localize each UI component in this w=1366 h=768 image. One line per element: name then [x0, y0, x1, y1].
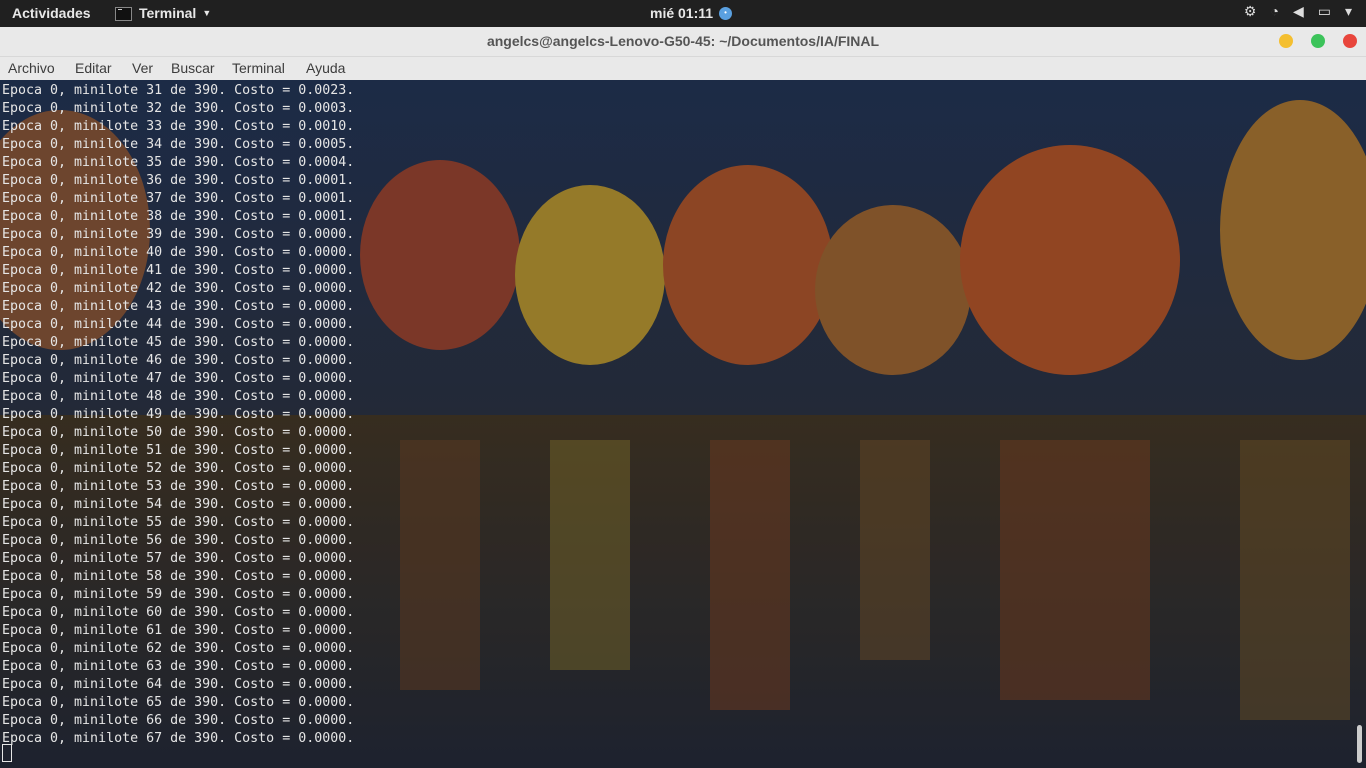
- terminal-line: Epoca 0, minilote 48 de 390. Costo = 0.0…: [2, 389, 355, 404]
- terminal-line: Epoca 0, minilote 43 de 390. Costo = 0.0…: [2, 299, 355, 314]
- menu-terminal[interactable]: Terminal: [232, 60, 285, 76]
- terminal-line: Epoca 0, minilote 47 de 390. Costo = 0.0…: [2, 371, 355, 386]
- terminal-output: Epoca 0, minilote 31 de 390. Costo = 0.0…: [2, 82, 354, 748]
- terminal-icon: [115, 7, 132, 21]
- terminal-scrollbar[interactable]: [1357, 725, 1362, 763]
- terminal-line: Epoca 0, minilote 34 de 390. Costo = 0.0…: [2, 137, 355, 152]
- terminal-line: Epoca 0, minilote 52 de 390. Costo = 0.0…: [2, 461, 355, 476]
- terminal-line: Epoca 0, minilote 64 de 390. Costo = 0.0…: [2, 677, 355, 692]
- menu-ver[interactable]: Ver: [132, 60, 153, 76]
- terminal-line: Epoca 0, minilote 50 de 390. Costo = 0.0…: [2, 425, 355, 440]
- terminal-line: Epoca 0, minilote 60 de 390. Costo = 0.0…: [2, 605, 355, 620]
- menu-bar: Archivo Editar Ver Buscar Terminal Ayuda: [0, 57, 1366, 80]
- menu-editar[interactable]: Editar: [75, 60, 112, 76]
- terminal-line: Epoca 0, minilote 40 de 390. Costo = 0.0…: [2, 245, 355, 260]
- terminal-line: Epoca 0, minilote 32 de 390. Costo = 0.0…: [2, 101, 355, 116]
- close-button[interactable]: [1343, 34, 1357, 48]
- maximize-button[interactable]: [1311, 34, 1325, 48]
- terminal-line: Epoca 0, minilote 58 de 390. Costo = 0.0…: [2, 569, 355, 584]
- terminal-line: Epoca 0, minilote 51 de 390. Costo = 0.0…: [2, 443, 355, 458]
- terminal-line: Epoca 0, minilote 41 de 390. Costo = 0.0…: [2, 263, 355, 278]
- terminal-line: Epoca 0, minilote 45 de 390. Costo = 0.0…: [2, 335, 355, 350]
- terminal-line: Epoca 0, minilote 42 de 390. Costo = 0.0…: [2, 281, 355, 296]
- terminal-line: Epoca 0, minilote 54 de 390. Costo = 0.0…: [2, 497, 355, 512]
- terminal-cursor: [2, 744, 12, 762]
- activities-button[interactable]: Actividades: [12, 5, 91, 21]
- terminal-line: Epoca 0, minilote 56 de 390. Costo = 0.0…: [2, 533, 355, 548]
- chevron-down-icon: ▼: [202, 8, 212, 18]
- menu-buscar[interactable]: Buscar: [171, 60, 215, 76]
- terminal-line: Epoca 0, minilote 31 de 390. Costo = 0.0…: [2, 83, 355, 98]
- terminal-line: Epoca 0, minilote 59 de 390. Costo = 0.0…: [2, 587, 355, 602]
- minimize-button[interactable]: [1279, 34, 1293, 48]
- window-titlebar[interactable]: angelcs@angelcs-Lenovo-G50-45: ~/Documen…: [0, 27, 1366, 57]
- notification-icon: •: [719, 7, 732, 20]
- terminal-line: Epoca 0, minilote 61 de 390. Costo = 0.0…: [2, 623, 355, 638]
- clock[interactable]: mié 01:11: [650, 5, 713, 21]
- terminal-view[interactable]: Epoca 0, minilote 31 de 390. Costo = 0.0…: [0, 80, 1366, 768]
- volume-icon[interactable]: ◀: [1293, 3, 1304, 20]
- power-menu-caret-icon[interactable]: ▾: [1345, 3, 1352, 20]
- terminal-line: Epoca 0, minilote 49 de 390. Costo = 0.0…: [2, 407, 355, 422]
- menu-ayuda[interactable]: Ayuda: [306, 60, 345, 76]
- terminal-line: Epoca 0, minilote 38 de 390. Costo = 0.0…: [2, 209, 355, 224]
- terminal-line: Epoca 0, minilote 62 de 390. Costo = 0.0…: [2, 641, 355, 656]
- terminal-line: Epoca 0, minilote 36 de 390. Costo = 0.0…: [2, 173, 355, 188]
- battery-icon[interactable]: ▭: [1318, 3, 1331, 20]
- terminal-line: Epoca 0, minilote 39 de 390. Costo = 0.0…: [2, 227, 355, 242]
- terminal-line: Epoca 0, minilote 66 de 390. Costo = 0.0…: [2, 713, 355, 728]
- app-menu[interactable]: Terminal ▼: [115, 5, 211, 21]
- top-bar: Actividades Terminal ▼ mié 01:11 • ⚙ ◔ ◀…: [0, 0, 1366, 27]
- terminal-line: Epoca 0, minilote 65 de 390. Costo = 0.0…: [2, 695, 355, 710]
- system-tray[interactable]: ⚙ ◔ ◀ ▭ ▾: [1244, 3, 1352, 20]
- terminal-line: Epoca 0, minilote 35 de 390. Costo = 0.0…: [2, 155, 355, 170]
- terminal-line: Epoca 0, minilote 46 de 390. Costo = 0.0…: [2, 353, 355, 368]
- terminal-line: Epoca 0, minilote 53 de 390. Costo = 0.0…: [2, 479, 355, 494]
- terminal-line: Epoca 0, minilote 67 de 390. Costo = 0.0…: [2, 731, 355, 746]
- app-menu-label: Terminal: [139, 5, 197, 21]
- menu-archivo[interactable]: Archivo: [8, 60, 55, 76]
- terminal-line: Epoca 0, minilote 33 de 390. Costo = 0.0…: [2, 119, 355, 134]
- terminal-line: Epoca 0, minilote 37 de 390. Costo = 0.0…: [2, 191, 355, 206]
- accessibility-icon[interactable]: ⚙: [1244, 3, 1257, 20]
- terminal-line: Epoca 0, minilote 44 de 390. Costo = 0.0…: [2, 317, 355, 332]
- terminal-line: Epoca 0, minilote 55 de 390. Costo = 0.0…: [2, 515, 355, 530]
- window-title: angelcs@angelcs-Lenovo-G50-45: ~/Documen…: [486, 33, 880, 49]
- wifi-icon[interactable]: ◔: [1270, 3, 1278, 20]
- terminal-line: Epoca 0, minilote 57 de 390. Costo = 0.0…: [2, 551, 355, 566]
- terminal-line: Epoca 0, minilote 63 de 390. Costo = 0.0…: [2, 659, 355, 674]
